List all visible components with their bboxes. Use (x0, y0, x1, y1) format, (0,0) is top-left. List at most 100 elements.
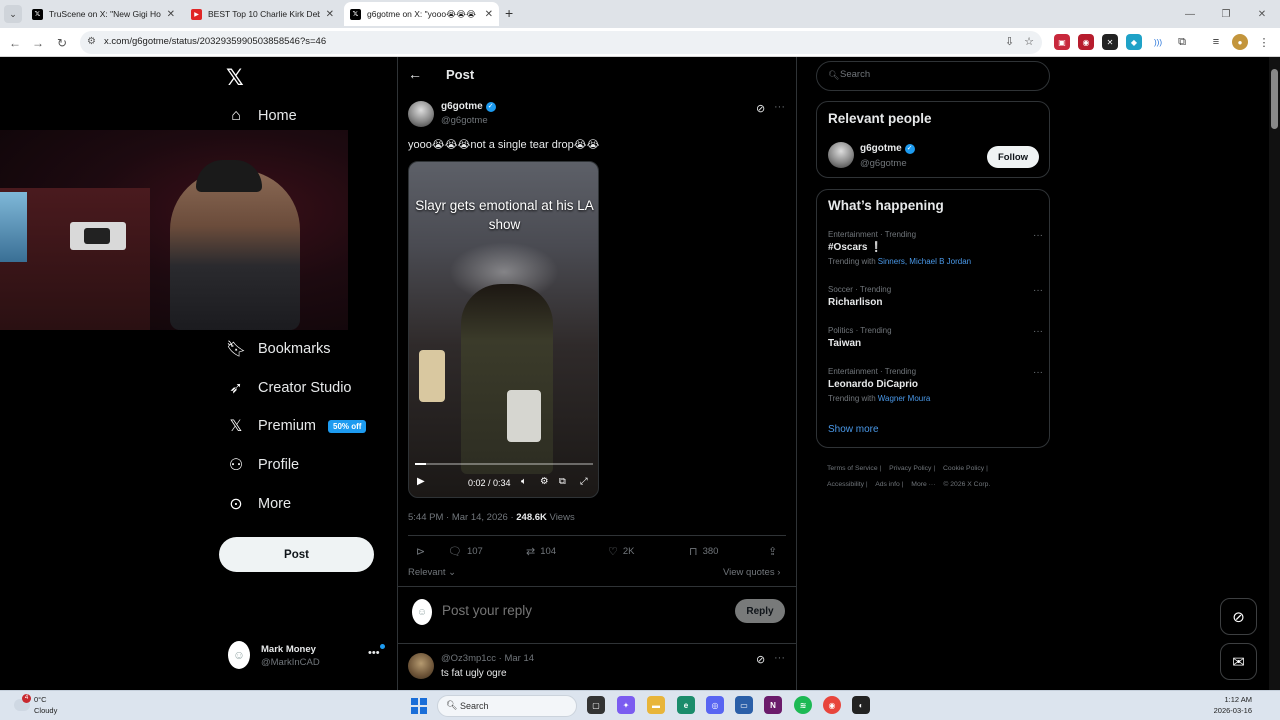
browser-tab-1[interactable]: 𝕏 TruScene on X: "New Gigi Holla ✕ (26, 2, 181, 26)
chrome-icon[interactable]: ◉ (823, 696, 841, 714)
footer-link[interactable]: Cookie Policy | (943, 465, 988, 472)
avatar[interactable] (408, 653, 434, 679)
url-text[interactable]: x.com/g6gotme/status/2032935990503858546… (104, 36, 326, 47)
fullscreen-icon[interactable]: ⤢ (580, 476, 588, 487)
close-icon[interactable]: ✕ (485, 9, 493, 20)
taskbar-search[interactable]: 🔍︎ Search (437, 695, 577, 717)
search-input[interactable] (840, 69, 1040, 80)
trend-item[interactable]: Soccer · Trending Richarlison ··· (828, 285, 1043, 308)
extension-icon[interactable]: ◉ (1078, 34, 1094, 50)
app-icon[interactable]: ◐ (852, 696, 870, 714)
avatar[interactable] (408, 101, 434, 127)
scrollbar-thumb[interactable] (1271, 69, 1278, 129)
more-dots-icon[interactable]: ··· (1033, 285, 1043, 296)
account-switcher[interactable]: ☺ Mark Money @MarkInCAD ••• (228, 641, 388, 673)
person-name[interactable]: g6gotme ✓ (860, 143, 915, 154)
browser-tab-2[interactable]: ▶ BEST Top 10 Charlie Kirk Debat ✕ (185, 2, 340, 26)
forward-icon[interactable]: → (29, 34, 47, 52)
close-icon[interactable]: ✕ (167, 9, 175, 20)
extension-icon[interactable]: ▣ (1054, 34, 1070, 50)
maximize-icon[interactable]: ❐ (1208, 0, 1244, 28)
trend-with-links[interactable]: Sinners, Michael B Jordan (878, 257, 971, 266)
task-view-icon[interactable]: ▢ (587, 696, 605, 714)
site-info-icon[interactable]: ⚙ (87, 36, 96, 47)
nav-premium[interactable]: 𝕏 Premium 50% off (226, 412, 367, 440)
extension-icon[interactable]: ))) (1150, 34, 1166, 50)
weather-description[interactable]: Cloudy (34, 706, 57, 715)
avatar[interactable] (828, 142, 854, 168)
person-handle[interactable]: @g6gotme (860, 158, 907, 169)
view-activity-button[interactable]: ⊳ (416, 545, 430, 558)
bookmark-button[interactable]: ⊓ 380 (689, 545, 718, 558)
nav-home[interactable]: ⌂ Home (226, 102, 297, 130)
trend-item[interactable]: Politics · Trending Taiwan ··· (828, 326, 1043, 349)
footer-link[interactable]: Accessibility | (827, 481, 868, 488)
reply-submit-button[interactable]: Reply (735, 599, 785, 623)
reload-icon[interactable]: ↻ (53, 34, 71, 52)
nav-creator-studio[interactable]: ➶ Creator Studio (226, 374, 351, 402)
x-logo-icon[interactable]: 𝕏 (226, 65, 244, 91)
new-tab-button[interactable]: + (505, 5, 513, 21)
clock-time[interactable]: 1:12 AM (1210, 695, 1252, 704)
play-icon[interactable]: ▶ (417, 476, 425, 487)
footer-link[interactable]: Terms of Service | (827, 465, 881, 472)
sort-replies-dropdown[interactable]: Relevant ⌄ (408, 567, 456, 578)
next-app-icon[interactable]: N (764, 696, 782, 714)
discord-icon[interactable]: ◎ (706, 696, 724, 714)
file-explorer-icon[interactable]: ▬ (647, 696, 665, 714)
copilot-icon[interactable]: ✦ (617, 696, 635, 714)
volume-icon[interactable]: 🔈︎ (521, 476, 527, 487)
share-button[interactable]: ⇪ (768, 545, 782, 558)
app-icon[interactable]: ▭ (735, 696, 753, 714)
tab-search-button[interactable]: ⌄ (4, 5, 22, 23)
nav-more[interactable]: ⊙ More (226, 490, 291, 518)
nav-bookmarks[interactable]: 🔖︎ Bookmarks (226, 335, 331, 363)
more-dots-icon[interactable]: ••• (368, 647, 380, 659)
author-handle[interactable]: @g6gotme (441, 115, 488, 126)
view-quotes-link[interactable]: View quotes › (723, 567, 780, 578)
repost-button[interactable]: ⇄ 104 (526, 545, 556, 558)
puzzle-icon[interactable]: ⧉ (1174, 34, 1190, 50)
settings-icon[interactable]: ⚙ (540, 476, 549, 487)
grok-fab-button[interactable]: ⊘ (1220, 598, 1257, 635)
nav-profile[interactable]: ⚇ Profile (226, 451, 299, 479)
trend-item[interactable]: Entertainment · Trending #Oscars ❕ Trend… (828, 230, 1043, 266)
more-dots-icon[interactable]: ··· (774, 101, 785, 113)
minimize-icon[interactable]: — (1172, 0, 1208, 28)
close-window-icon[interactable]: ✕ (1244, 0, 1280, 28)
timestamp[interactable]: 5:44 PM · Mar 14, 2026 · (408, 512, 516, 523)
follow-button[interactable]: Follow (987, 146, 1039, 168)
like-button[interactable]: ♡ 2K (608, 545, 635, 558)
page-scrollbar[interactable] (1269, 57, 1280, 690)
trend-with-links[interactable]: Wagner Moura (878, 394, 931, 403)
video-progress-bar[interactable] (415, 463, 593, 465)
more-dots-icon[interactable]: ··· (1033, 326, 1043, 337)
reply-button[interactable]: 🗨︎ 107 (448, 545, 483, 558)
more-dots-icon[interactable]: ··· (1033, 367, 1043, 378)
extension-icon[interactable]: ✕ (1102, 34, 1118, 50)
bookmark-star-icon[interactable]: ☆ (1024, 35, 1034, 48)
footer-link[interactable]: More ··· (911, 481, 937, 488)
profile-avatar-icon[interactable]: ● (1232, 34, 1248, 50)
reply-tweet[interactable]: @Oz3mp1cc · Mar 14 ts fat ugly ogre ⊘ ··… (398, 643, 796, 690)
trend-item[interactable]: Entertainment · Trending Leonardo DiCapr… (828, 367, 1043, 403)
grok-icon[interactable]: ⊘ (756, 653, 765, 666)
footer-link[interactable]: Ads info | (875, 481, 903, 488)
omnibox[interactable]: ⚙ x.com/g6gotme/status/20329359905038585… (80, 31, 1042, 54)
grok-icon[interactable]: ⊘ (756, 102, 765, 115)
browser-menu-icon[interactable]: ⋮ (1256, 34, 1272, 50)
pip-icon[interactable]: ⧉ (559, 476, 566, 487)
reading-list-icon[interactable]: ≡ (1208, 34, 1224, 50)
spotify-icon[interactable]: ≋ (794, 696, 812, 714)
clock-date[interactable]: 2026-03-16 (1208, 706, 1252, 715)
post-button[interactable]: Post (219, 537, 374, 572)
extension-icon[interactable]: ◆ (1126, 34, 1142, 50)
messages-fab-button[interactable]: ✉ (1220, 643, 1257, 680)
close-icon[interactable]: ✕ (326, 9, 334, 20)
show-more-link[interactable]: Show more (828, 424, 879, 435)
edge-icon[interactable]: e (677, 696, 695, 714)
author-name[interactable]: g6gotme ✓ (441, 101, 496, 112)
more-dots-icon[interactable]: ··· (774, 652, 785, 664)
more-dots-icon[interactable]: ··· (1033, 230, 1043, 241)
footer-link[interactable]: Privacy Policy | (889, 465, 935, 472)
